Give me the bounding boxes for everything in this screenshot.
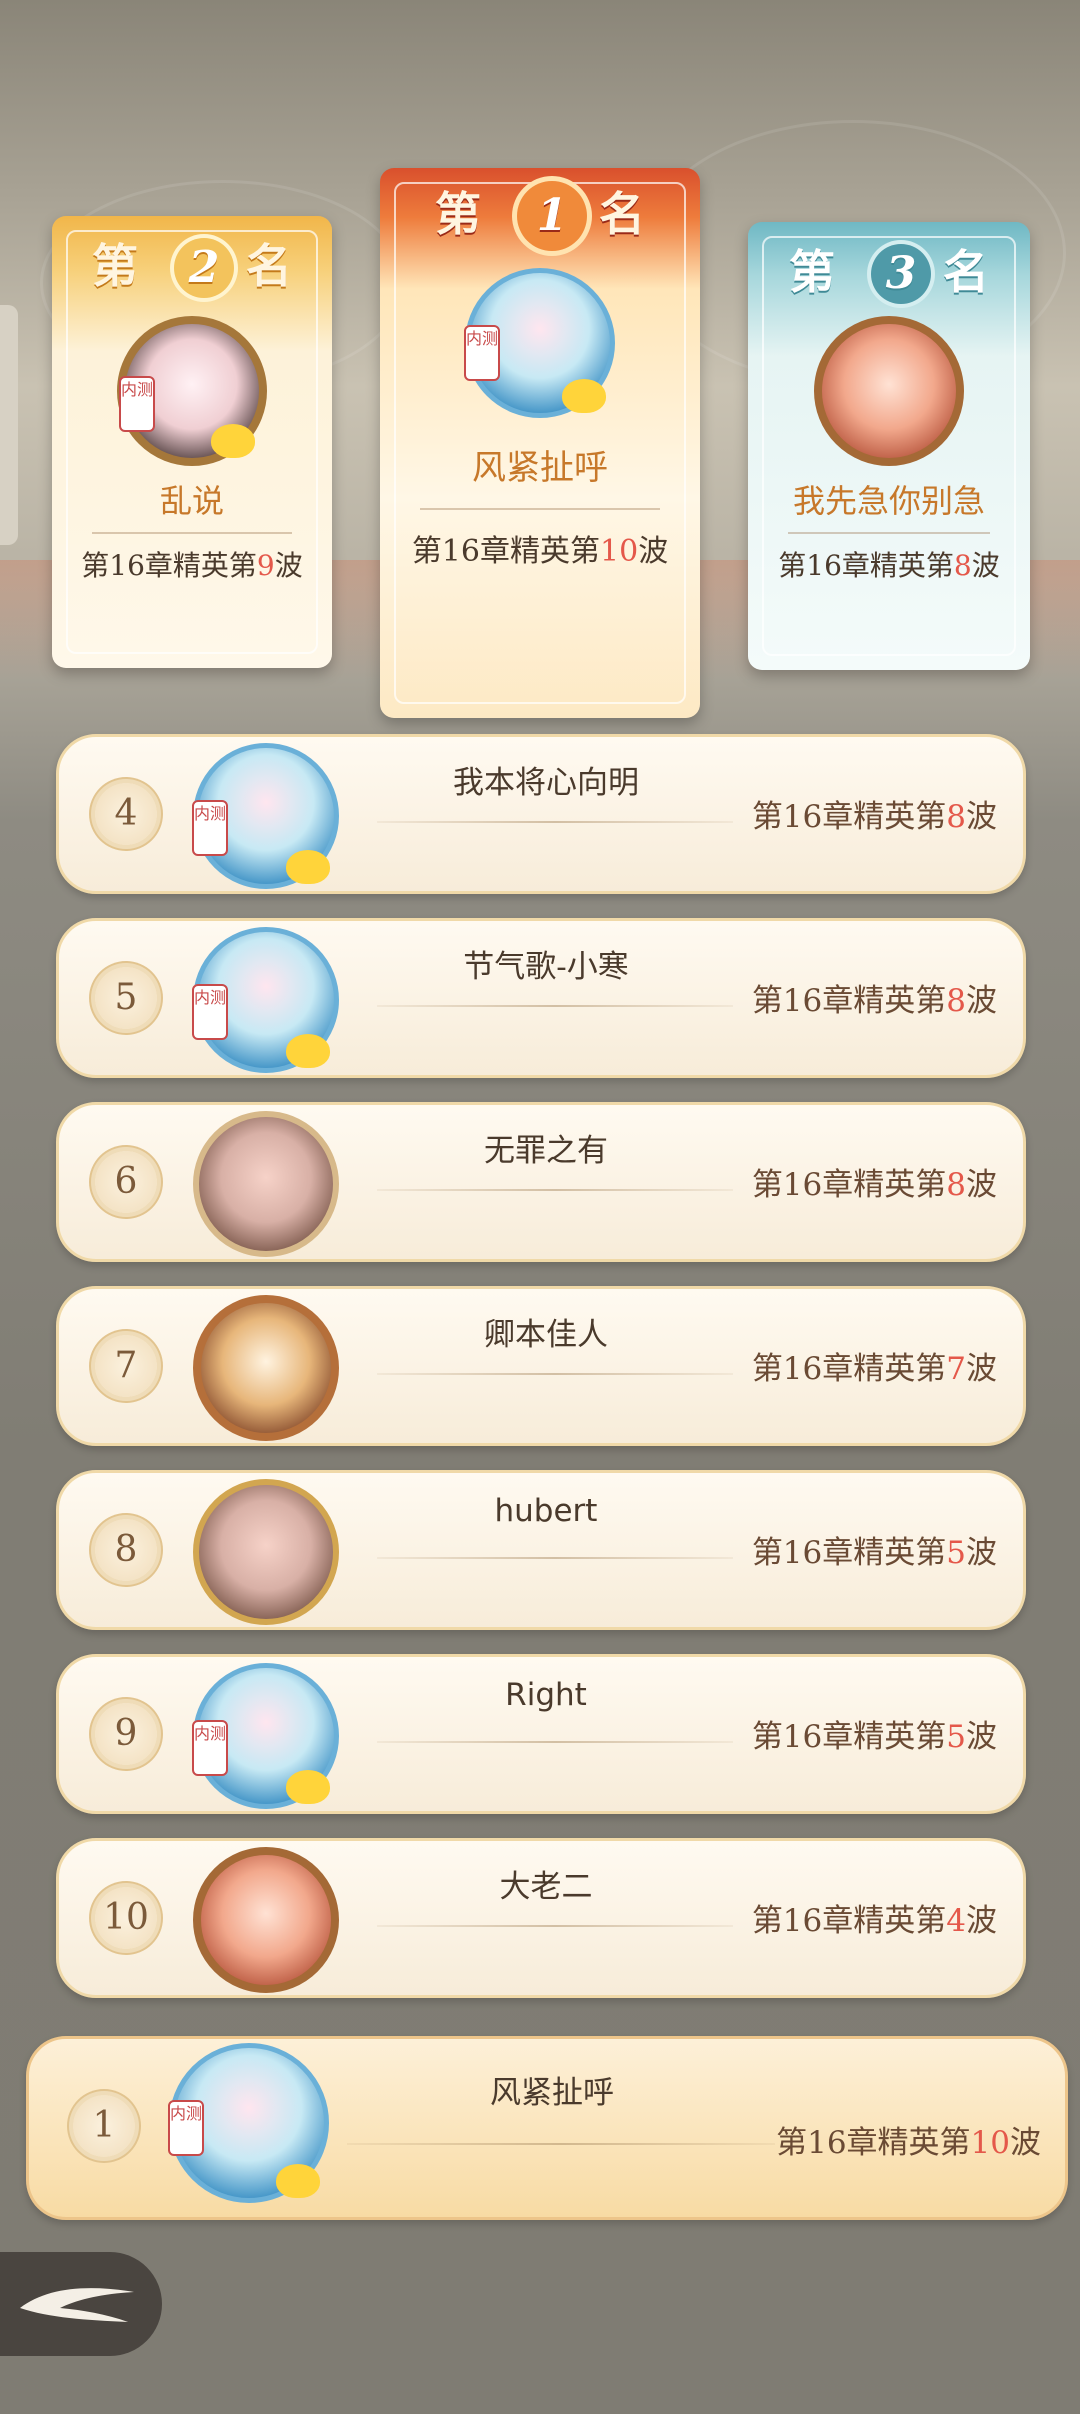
score-text: 第16章精英第9波 — [81, 549, 303, 582]
rank-number: 2 — [174, 238, 234, 298]
rank-number: 4 — [95, 783, 157, 845]
divider — [377, 1925, 733, 1927]
list-item[interactable]: 9 内测 Right 第16章精英第5波 — [56, 1654, 1026, 1814]
podium-rank-2[interactable]: 第2名 内测 乱说 第16章精英第9波 — [52, 216, 332, 668]
list-item[interactable]: 7 卿本佳人 第16章精英第7波 — [56, 1286, 1026, 1446]
score-text: 第16章精英第8波 — [751, 983, 997, 1019]
score-text: 第16章精英第10波 — [411, 534, 669, 569]
player-name: 我先急你别急 — [792, 482, 985, 520]
score-text: 第16章精英第5波 — [751, 1719, 997, 1755]
duck-icon — [286, 1770, 330, 1804]
avatar[interactable] — [193, 1111, 339, 1257]
score-text: 第16章精英第8波 — [751, 1167, 997, 1203]
score-text: 第16章精英第10波 — [776, 2125, 1041, 2161]
avatar[interactable] — [814, 316, 964, 466]
beta-badge: 内测 — [168, 2100, 204, 2156]
rank-number: 9 — [95, 1703, 157, 1765]
divider — [92, 532, 292, 534]
self-rank-row[interactable]: 1 内测 风紧扯呼 第16章精英第10波 — [26, 2036, 1068, 2220]
rank-number: 6 — [95, 1151, 157, 1213]
rank-number: 8 — [95, 1519, 157, 1581]
player-name: 风紧扯呼 — [490, 2075, 614, 2111]
rank-number: 1 — [517, 181, 587, 251]
duck-icon — [286, 1034, 330, 1068]
divider — [377, 1557, 733, 1559]
rank-number: 1 — [73, 2095, 135, 2157]
rank-number: 5 — [95, 967, 157, 1029]
rank-title: 第3名 — [748, 236, 1030, 304]
player-name: 无罪之有 — [484, 1133, 608, 1169]
avatar[interactable]: 内测 — [192, 927, 339, 1073]
beta-badge: 内测 — [192, 800, 228, 856]
rank-number: 3 — [871, 244, 931, 304]
divider — [377, 1741, 733, 1743]
back-button[interactable] — [0, 2252, 162, 2356]
player-name: 乱说 — [159, 482, 224, 520]
divider — [788, 532, 990, 534]
player-name: 我本将心向明 — [453, 765, 639, 801]
player-name: 大老二 — [499, 1869, 593, 1905]
avatar[interactable]: 内测 — [464, 268, 615, 418]
divider — [377, 1005, 733, 1007]
avatar[interactable]: 内测 — [192, 1663, 339, 1809]
list-item[interactable]: 10 大老二 第16章精英第4波 — [56, 1838, 1026, 1998]
duck-icon — [562, 379, 606, 413]
player-name: 风紧扯呼 — [472, 448, 608, 488]
beta-badge: 内测 — [192, 1720, 228, 1776]
divider — [347, 2143, 775, 2145]
divider — [420, 508, 660, 510]
rank-number: 10 — [95, 1887, 157, 1949]
list-item[interactable]: 5 内测 节气歌-小寒 第16章精英第8波 — [56, 918, 1026, 1078]
avatar[interactable]: 内测 — [192, 743, 339, 889]
beta-badge: 内测 — [119, 376, 155, 432]
avatar[interactable]: 内测 — [117, 316, 267, 466]
player-name: 卿本佳人 — [484, 1317, 608, 1353]
list-item[interactable]: 8 hubert 第16章精英第5波 — [56, 1470, 1026, 1630]
rank-title: 第1名 — [380, 178, 700, 251]
player-name: hubert — [494, 1493, 598, 1529]
list-item[interactable]: 6 无罪之有 第16章精英第8波 — [56, 1102, 1026, 1262]
player-name: Right — [505, 1677, 587, 1713]
rank-title: 第2名 — [52, 230, 332, 298]
score-text: 第16章精英第8波 — [778, 549, 1000, 582]
duck-icon — [276, 2164, 320, 2198]
divider — [377, 821, 733, 823]
score-text: 第16章精英第5波 — [751, 1535, 997, 1571]
podium-rank-3[interactable]: 第3名 我先急你别急 第16章精英第8波 — [748, 222, 1030, 670]
score-text: 第16章精英第4波 — [751, 1903, 997, 1939]
podium-rank-1[interactable]: 第1名 内测 风紧扯呼 第16章精英第10波 — [380, 168, 700, 718]
rank-number: 7 — [95, 1335, 157, 1397]
divider — [377, 1373, 733, 1375]
list-item[interactable]: 4 内测 我本将心向明 第16章精英第8波 — [56, 734, 1026, 894]
beta-badge: 内测 — [192, 984, 228, 1040]
player-name: 节气歌-小寒 — [463, 949, 629, 985]
side-tab[interactable] — [0, 305, 18, 545]
score-text: 第16章精英第8波 — [751, 799, 997, 835]
avatar[interactable] — [193, 1847, 339, 1993]
avatar[interactable] — [193, 1295, 339, 1441]
duck-icon — [286, 850, 330, 884]
avatar[interactable]: 内测 — [168, 2043, 329, 2203]
divider — [377, 1189, 733, 1191]
avatar[interactable] — [193, 1479, 339, 1625]
back-arrow-icon — [20, 2288, 134, 2322]
score-text: 第16章精英第7波 — [751, 1351, 997, 1387]
duck-icon — [211, 424, 255, 458]
beta-badge: 内测 — [464, 325, 500, 381]
